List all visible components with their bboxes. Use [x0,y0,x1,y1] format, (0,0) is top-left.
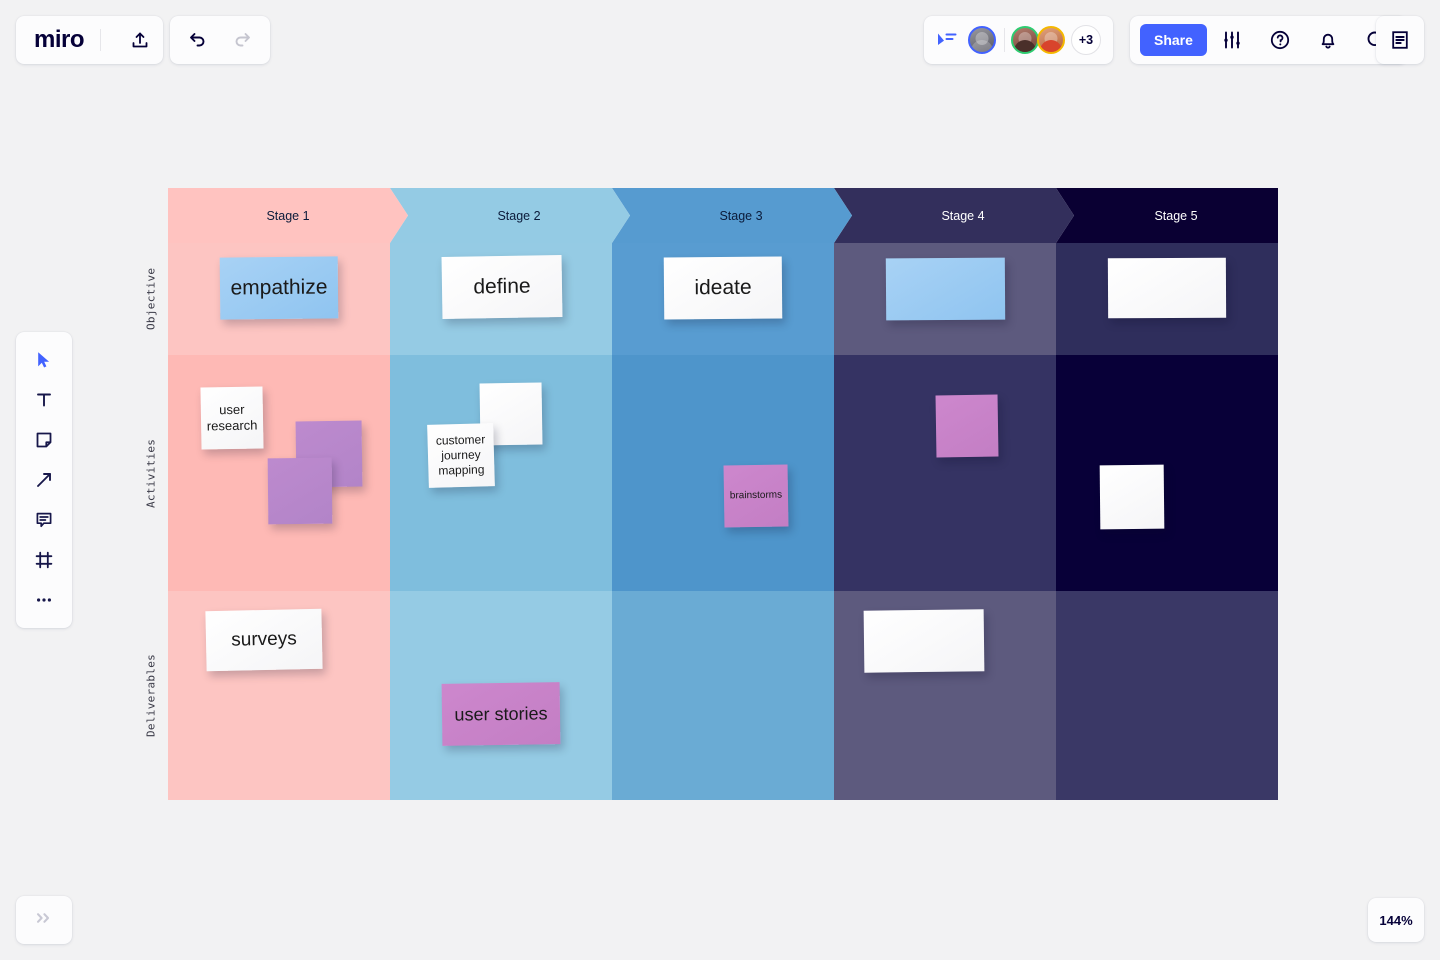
arrow-tool[interactable] [24,460,64,500]
sticky-note-blank[interactable] [1099,464,1165,530]
sticky-note-text: ideate [694,275,752,300]
row-label-objective: Objective [144,267,158,331]
sticky-note-brainstorms[interactable]: brainstorms [723,464,789,528]
miro-board-app: miro +3 Share 144% Objective Activities … [0,0,1440,960]
undo-icon[interactable] [174,16,220,64]
board-cell-r2-c4[interactable] [834,355,1056,591]
sticky-note-blank[interactable] [1107,257,1227,319]
logo-bar: miro [16,16,164,64]
board-cell-r3-c3[interactable] [612,591,834,800]
sticky-note-blank[interactable] [863,609,985,673]
sticky-note-text: user stories [454,703,548,725]
sliders-icon[interactable] [1209,16,1255,64]
stage-header-row: Stage 1 Stage 2 Stage 3 Stage 4 Stage 5 [168,188,1278,243]
sticky-note-text: empathize [230,275,328,300]
stage-header-5[interactable]: Stage 5 [1056,188,1278,243]
sticky-note-text: user research [206,401,258,434]
stage-header-4[interactable]: Stage 4 [834,188,1074,243]
stage-header-2[interactable]: Stage 2 [390,188,630,243]
avatar[interactable] [968,26,996,54]
board-grid: empathize define ideate user research custom… [168,243,1278,800]
sticky-note-blank[interactable] [935,394,999,458]
left-toolbar [16,332,72,628]
sticky-note-user-stories[interactable]: user stories [441,682,561,746]
zoom-level-button[interactable]: 144% [1368,898,1424,942]
help-circle-icon[interactable] [1257,16,1303,64]
double-chevron-right-icon [34,910,54,931]
sticky-note-empathize[interactable]: empathize [219,256,339,320]
avatar[interactable] [1037,26,1065,54]
frame-tool[interactable] [24,540,64,580]
stage-header-label: Stage 1 [266,208,310,223]
actions-bar: Share [1130,16,1407,64]
sticky-note-tool[interactable] [24,420,64,460]
sticky-note-text: surveys [231,628,297,651]
overflow-avatar-count[interactable]: +3 [1071,25,1101,55]
collaborators-bar: +3 [924,16,1113,64]
stage-header-label: Stage 4 [941,208,985,223]
redo-icon[interactable] [220,16,266,64]
comment-tool[interactable] [24,500,64,540]
sticky-note-surveys[interactable]: surveys [205,608,323,672]
upload-icon[interactable] [117,16,163,64]
more-dots-tool[interactable] [24,580,64,620]
sticky-note-text: define [473,274,531,299]
history-bar [170,16,270,64]
sticky-note-blank[interactable] [267,457,333,525]
row-label-activities: Activities [144,438,158,508]
share-button[interactable]: Share [1140,24,1207,56]
stage-header-label: Stage 3 [719,208,763,223]
text-tool[interactable] [24,380,64,420]
journey-map-board: Objective Activities Deliverables Stage 1S… [145,188,1278,800]
divider [1004,28,1005,52]
notes-panel-bar [1376,16,1424,64]
notes-panel-icon[interactable] [1377,16,1423,64]
sticky-note-text: customer journey mapping [435,432,486,478]
divider [100,29,102,51]
expand-panel-button[interactable] [16,896,72,944]
stage-header-label: Stage 5 [1154,208,1198,223]
row-label-strip: Objective Activities Deliverables [140,243,162,800]
miro-logo: miro [34,26,85,53]
bell-icon[interactable] [1305,16,1351,64]
sticky-note-user-research[interactable]: user research [200,386,264,450]
board-cell-r3-c5[interactable] [1056,591,1278,800]
avatar[interactable] [1011,26,1039,54]
stage-header-1[interactable]: Stage 1 [168,188,408,243]
stage-header-3[interactable]: Stage 3 [612,188,852,243]
sticky-note-ideate[interactable]: ideate [663,256,783,320]
select-tool[interactable] [24,340,64,380]
sticky-note-blank[interactable] [885,257,1006,321]
sticky-note-text: brainstorms [729,489,783,502]
avatar-group: +3 [968,25,1101,55]
sticky-note-customer-journey-mapping[interactable]: customer journey mapping [427,423,495,488]
zoom-level-label: 144% [1379,912,1413,928]
presenter-cursor-icon[interactable] [936,31,958,49]
sticky-note-define[interactable]: define [441,255,563,319]
row-label-deliverables: Deliverables [144,653,158,738]
stage-header-label: Stage 2 [497,208,541,223]
board-cell-r2-c5[interactable] [1056,355,1278,591]
